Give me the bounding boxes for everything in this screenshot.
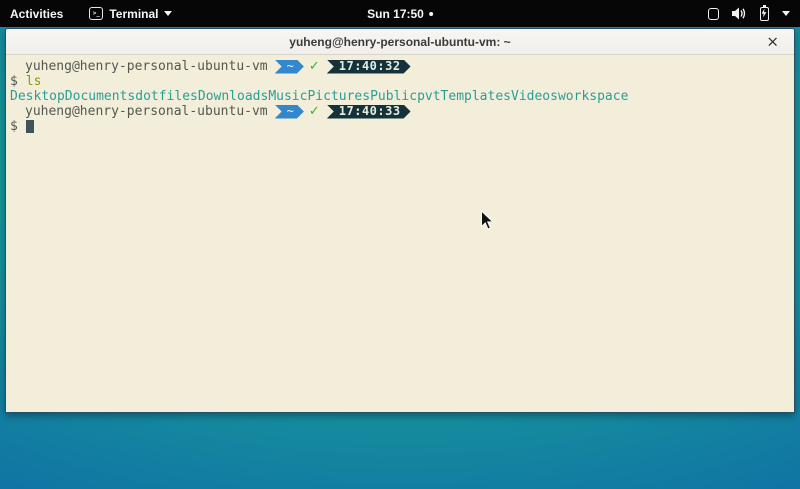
directory-name: Videos [511, 89, 558, 104]
directory-name: Desktop [10, 89, 65, 104]
speaker-icon [732, 7, 747, 20]
window-title: yuheng@henry-personal-ubuntu-vm: ~ [289, 35, 510, 49]
prompt-time-segment: 17:40:32 [327, 60, 411, 74]
directory-name: dotfiles [135, 89, 198, 104]
app-menu-terminal[interactable]: >_ Terminal [89, 7, 172, 21]
directory-name: Downloads [198, 89, 268, 104]
prompt-user-host: yuheng@henry-personal-ubuntu-vm [25, 59, 268, 74]
window-titlebar[interactable]: yuheng@henry-personal-ubuntu-vm: ~ × [6, 29, 794, 55]
directory-name: Public [370, 89, 417, 104]
chevron-down-icon [782, 11, 790, 16]
terminal-cursor [26, 120, 34, 133]
terminal-icon: >_ [89, 7, 103, 20]
app-menu-label: Terminal [109, 7, 158, 21]
prompt-status-check-icon: ✓ [309, 59, 320, 74]
terminal-window: yuheng@henry-personal-ubuntu-vm: ~ × yuh… [5, 28, 795, 413]
prompt-cwd-segment: ~ [275, 105, 304, 119]
prompt-time-segment: 17:40:33 [327, 105, 411, 119]
charging-bolt-icon [762, 9, 767, 18]
top-bar: Activities >_ Terminal Sun 17:50 [0, 0, 800, 27]
notification-dot-icon [429, 12, 433, 16]
battery-charging-icon [760, 7, 769, 21]
command-line: $ ls [10, 74, 794, 89]
typed-command: ls [26, 74, 42, 89]
display-icon [708, 8, 719, 20]
terminal-screen[interactable]: yuheng@henry-personal-ubuntu-vm ~ ✓ 17:4… [6, 56, 794, 412]
clock-label: Sun 17:50 [367, 7, 424, 21]
clock-button[interactable]: Sun 17:50 [367, 0, 433, 27]
directory-name: Templates [441, 89, 511, 104]
prompt-line-1: yuheng@henry-personal-ubuntu-vm ~ ✓ 17:4… [10, 59, 794, 74]
activities-button[interactable]: Activities [10, 7, 63, 21]
directory-name: workspace [558, 89, 628, 104]
prompt-symbol: $ [10, 119, 18, 134]
prompt-cwd-segment: ~ [275, 60, 304, 74]
ls-output: Desktop Documents dotfiles Downloads Mus… [10, 89, 794, 104]
directory-name: Pictures [307, 89, 370, 104]
chevron-down-icon [164, 11, 172, 16]
current-input-line: $ [10, 119, 794, 134]
directory-name: Documents [65, 89, 135, 104]
directory-name: Music [268, 89, 307, 104]
system-menu[interactable] [708, 0, 790, 27]
prompt-line-2: yuheng@henry-personal-ubuntu-vm ~ ✓ 17:4… [10, 104, 794, 119]
prompt-status-check-icon: ✓ [309, 104, 320, 119]
close-button[interactable]: × [766, 34, 779, 49]
prompt-symbol: $ [10, 74, 18, 89]
prompt-user-host: yuheng@henry-personal-ubuntu-vm [25, 104, 268, 119]
directory-name: pvt [417, 89, 440, 104]
